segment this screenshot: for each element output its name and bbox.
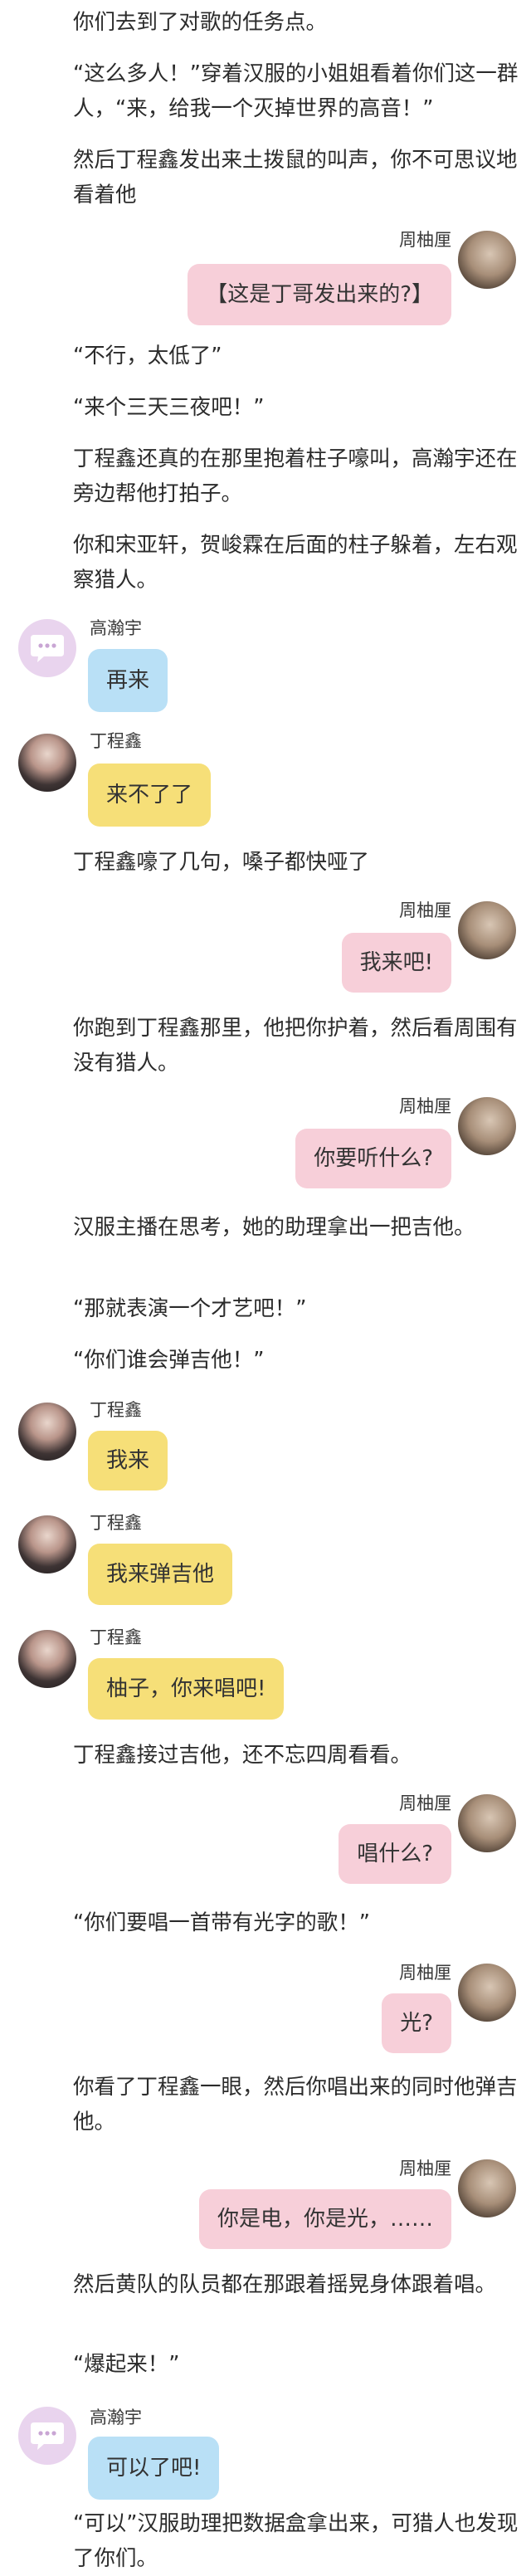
story-paragraph: “那就表演一个才艺吧！” — [73, 1296, 307, 1321]
avatar[interactable] — [18, 619, 76, 677]
chat-bubble: 你要听什么? — [295, 1129, 451, 1188]
chat-bubble: 柚子，你来唱吧! — [88, 1658, 285, 1720]
story-paragraph: 丁程鑫还真的在那里抱着柱子嚎叫，高瀚宇还在旁边帮他打拍子。 — [73, 446, 518, 506]
story-paragraph: “爆起来！” — [73, 2352, 180, 2377]
speaker-name: 周柚厘 — [399, 1963, 451, 1983]
avatar[interactable] — [18, 1515, 76, 1573]
story-paragraph: 然后丁程鑫发出来土拨鼠的叫声，你不可思议地看着他 — [73, 148, 518, 207]
avatar[interactable] — [458, 1964, 516, 2022]
speaker-name: 丁程鑫 — [90, 1627, 142, 1647]
story-paragraph: 丁程鑫嚎了几句，嗓子都快哑了 — [73, 850, 370, 875]
avatar[interactable] — [18, 1630, 76, 1688]
speaker-name: 周柚厘 — [399, 2159, 451, 2178]
chat-bubble-icon — [31, 635, 64, 662]
avatar[interactable] — [18, 2407, 76, 2465]
chat-bubble: 我来吧! — [341, 933, 451, 993]
speaker-name: 丁程鑫 — [90, 731, 142, 751]
speaker-name: 丁程鑫 — [90, 1400, 142, 1420]
story-paragraph: 丁程鑫接过吉他，还不忘四周看看。 — [73, 1743, 412, 1768]
speaker-name: 周柚厘 — [399, 230, 451, 250]
speaker-name: 高瀚宇 — [90, 618, 142, 638]
chat-bubble: 【这是丁哥发出来的?】 — [188, 264, 451, 325]
story-paragraph: “你们要唱一首带有光字的歌！” — [73, 1910, 370, 1935]
chat-bubble: 光? — [382, 1993, 451, 2053]
story-paragraph: 你和宋亚轩，贺峻霖在后面的柱子躲着，左右观察猎人。 — [73, 533, 518, 593]
chat-bubble: 来不了了 — [88, 764, 212, 827]
avatar[interactable] — [18, 1403, 76, 1461]
story-paragraph: “这么多人！”穿着汉服的小姐姐看着你们这一群人，“来，给我一个灭掉世界的高音！” — [73, 61, 519, 121]
avatar[interactable] — [458, 1794, 516, 1852]
story-paragraph: “不行，太低了” — [73, 344, 222, 368]
chat-bubble: 再来 — [88, 649, 168, 712]
chat-bubble: 我来 — [88, 1431, 168, 1490]
avatar[interactable] — [458, 901, 516, 959]
avatar[interactable] — [18, 734, 76, 792]
story-paragraph: 然后黄队的队员都在那跟着摇晃身体跟着唱。 — [73, 2272, 497, 2297]
story-paragraph: 你跑到丁程鑫那里，他把你护着，然后看周围有没有猎人。 — [73, 1016, 518, 1076]
chat-bubble: 你是电，你是光，…… — [198, 2189, 451, 2249]
story-paragraph: “可以”汉服助理把数据盒拿出来，可猎人也发现了你们。 — [73, 2511, 519, 2571]
story-paragraph: 汉服主播在思考，她的助理拿出一把吉他。 — [73, 1215, 475, 1240]
chat-bubble: 唱什么? — [339, 1824, 451, 1884]
chat-bubble: 我来弹吉他 — [88, 1544, 233, 1605]
avatar[interactable] — [458, 2159, 516, 2217]
speaker-name: 周柚厘 — [399, 1096, 451, 1116]
speaker-name: 高瀚宇 — [90, 2408, 142, 2427]
story-paragraph: 你看了丁程鑫一眼，然后你唱出来的同时他弹吉他。 — [73, 2075, 518, 2134]
speaker-name: 周柚厘 — [399, 1793, 451, 1813]
story-paragraph: “你们谁会弹吉他！” — [73, 1348, 265, 1373]
story-paragraph: “来个三天三夜吧！” — [73, 395, 265, 420]
chat-bubble: 可以了吧! — [88, 2437, 220, 2500]
story-feed: 你们去到了对歌的任务点。 “这么多人！”穿着汉服的小姐姐看着你们这一群人，“来，… — [0, 0, 531, 2571]
avatar[interactable] — [458, 1097, 516, 1155]
speaker-name: 周柚厘 — [399, 900, 451, 920]
avatar[interactable] — [458, 231, 516, 289]
chat-bubble-icon — [31, 2422, 64, 2450]
story-paragraph: 你们去到了对歌的任务点。 — [73, 10, 328, 35]
speaker-name: 丁程鑫 — [90, 1513, 142, 1533]
